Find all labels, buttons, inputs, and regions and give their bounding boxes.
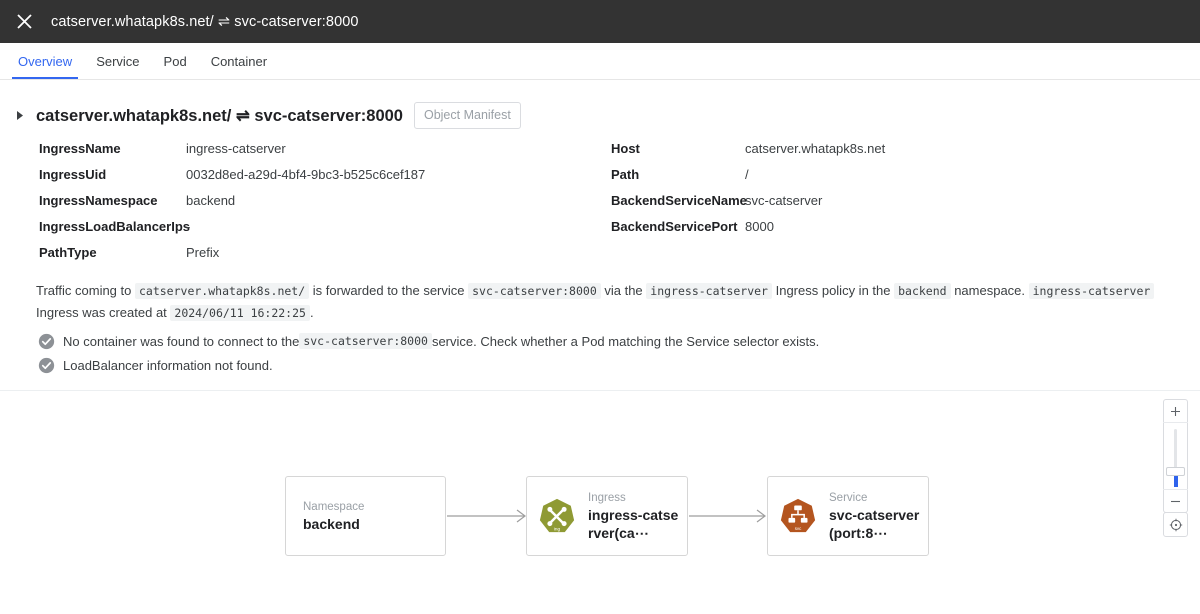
field-row: IngressLoadBalancerIps -: [39, 219, 425, 245]
field-value: catserver.whatapk8s.net: [745, 141, 886, 156]
field-value: ingress-catserver: [186, 141, 286, 156]
code-ingress: ingress-catserver: [646, 283, 772, 299]
svg-text:ing: ing: [554, 527, 561, 533]
object-manifest-button[interactable]: Object Manifest: [413, 102, 521, 129]
zoom-out-button[interactable]: [1163, 490, 1188, 512]
window-title: catserver.whatapk8s.net/ ⇌ svc-catserver…: [51, 13, 359, 30]
traffic-text: namespace.: [950, 283, 1029, 298]
field-value: backend: [186, 193, 236, 208]
traffic-text: Ingress was created at: [36, 305, 171, 320]
status-text-part: No container was found to connect to the: [63, 333, 300, 349]
graph-node-service[interactable]: svc Service svc-catserver(port:8⋯: [767, 476, 929, 556]
field-row: BackendServicePort 8000: [611, 219, 885, 245]
close-icon[interactable]: [9, 7, 39, 37]
field-key: BackendServicePort: [611, 219, 738, 234]
status-list: No container was found to connect to the…: [38, 329, 819, 377]
field-row: PathType Prefix: [39, 245, 425, 271]
node-name-label: ingress-catserver(ca⋯: [588, 506, 679, 541]
fields-left-column: IngressName ingress-catserver IngressUid…: [39, 141, 425, 271]
zoom-slider-handle[interactable]: [1166, 467, 1185, 476]
node-text: Ingress ingress-catserver(ca⋯: [576, 491, 687, 542]
node-kind-label: Namespace: [303, 500, 365, 513]
ingress-icon: ing: [539, 498, 575, 533]
traffic-text: is forwarded to the service: [309, 283, 469, 298]
tab-overview-label: Overview: [18, 53, 73, 69]
status-text-part: LoadBalancer information not found.: [63, 357, 273, 373]
field-row: Host catserver.whatapk8s.net: [611, 141, 885, 167]
traffic-text: Traffic coming to: [36, 283, 135, 298]
svg-text:svc: svc: [795, 526, 802, 531]
traffic-text: via the: [600, 283, 647, 298]
tab-pod[interactable]: Pod: [152, 43, 199, 79]
node-kind-label: Service: [829, 491, 868, 504]
field-row: Path /: [611, 167, 885, 193]
zoom-control-stack: [1163, 399, 1188, 513]
expand-triangle-icon[interactable]: [12, 108, 28, 124]
field-value: Prefix: [186, 245, 220, 260]
code-host: catserver.whatapk8s.net/: [134, 283, 310, 299]
crosshair-icon: [1169, 518, 1182, 531]
field-key: BackendServiceName: [611, 193, 747, 208]
field-row: IngressUid 0032d8ed-a29d-4bf4-9bc3-b525c…: [39, 167, 425, 193]
tab-bar: Overview Service Pod Container: [0, 43, 1200, 80]
code-service: svc-catserver:8000: [468, 283, 601, 299]
zoom-slider[interactable]: [1163, 422, 1188, 490]
plus-icon: [1171, 406, 1180, 416]
field-key: IngressName: [39, 141, 121, 156]
code-created-at: 2024/06/11 16:22:25: [170, 305, 310, 321]
window-titlebar: catserver.whatapk8s.net/ ⇌ svc-catserver…: [0, 0, 1200, 43]
tab-container-label: Container: [210, 53, 268, 69]
field-key: IngressUid: [39, 167, 107, 182]
field-value: -: [186, 219, 191, 234]
field-key: Host: [611, 141, 640, 156]
code-namespace: backend: [894, 283, 951, 299]
field-key: IngressLoadBalancerIps: [39, 219, 190, 234]
check-circle-icon: [38, 357, 55, 373]
traffic-text: Ingress policy in the: [771, 283, 895, 298]
node-text: Service svc-catserver(port:8⋯: [817, 491, 928, 542]
field-row: IngressNamespace backend: [39, 193, 425, 219]
field-row: IngressName ingress-catserver: [39, 141, 425, 167]
check-circle-icon: [38, 333, 55, 349]
field-key: Path: [611, 167, 640, 182]
section-header: catserver.whatapk8s.net/ ⇌ svc-catserver…: [0, 102, 521, 129]
field-value: svc-catserver: [745, 193, 823, 208]
node-name-label: backend: [303, 515, 360, 532]
tab-service[interactable]: Service: [84, 43, 151, 79]
graph-node-namespace[interactable]: Namespace backend: [285, 476, 446, 556]
field-key: PathType: [39, 245, 97, 260]
tab-pod-label: Pod: [163, 53, 187, 69]
node-name-label: svc-catserver(port:8⋯: [829, 506, 920, 541]
status-message: No container was found to connect to the…: [63, 333, 819, 349]
node-kind-label: Ingress: [588, 491, 626, 504]
detail-panel: catserver.whatapk8s.net/ ⇌ svc-catserver…: [0, 80, 1200, 390]
status-message: LoadBalancer information not found.: [63, 358, 273, 373]
code-service-status: svc-catserver:8000: [299, 333, 432, 349]
topology-canvas[interactable]: Namespace backend ing Ingress ingress-ca…: [0, 391, 1200, 614]
traffic-text: .: [309, 305, 314, 320]
tab-service-label: Service: [96, 53, 140, 69]
field-key: IngressNamespace: [39, 193, 158, 208]
node-text: Namespace backend: [286, 500, 372, 533]
code-ingress-2: ingress-catserver: [1028, 283, 1155, 299]
zoom-in-button[interactable]: [1163, 400, 1188, 422]
fields-right-column: Host catserver.whatapk8s.net Path / Back…: [611, 141, 885, 245]
service-icon: svc: [780, 498, 816, 533]
field-value: /: [745, 167, 749, 182]
minus-icon: [1171, 500, 1180, 502]
traffic-description: Traffic coming to catserver.whatapk8s.ne…: [36, 280, 1176, 324]
status-row: No container was found to connect to the…: [38, 329, 819, 353]
tab-overview[interactable]: Overview: [6, 43, 84, 79]
field-value: 8000: [745, 219, 774, 234]
field-row: BackendServiceName svc-catserver: [611, 193, 885, 219]
status-row: LoadBalancer information not found.: [38, 353, 819, 377]
recenter-button[interactable]: [1163, 512, 1188, 537]
page-title: catserver.whatapk8s.net/ ⇌ svc-catserver…: [36, 106, 403, 125]
tab-container[interactable]: Container: [199, 43, 279, 79]
graph-node-ingress[interactable]: ing Ingress ingress-catserver(ca⋯: [526, 476, 688, 556]
field-value: 0032d8ed-a29d-4bf4-9bc3-b525c6cef187: [186, 167, 426, 182]
status-text-part: service. Check whether a Pod matching th…: [431, 333, 820, 349]
